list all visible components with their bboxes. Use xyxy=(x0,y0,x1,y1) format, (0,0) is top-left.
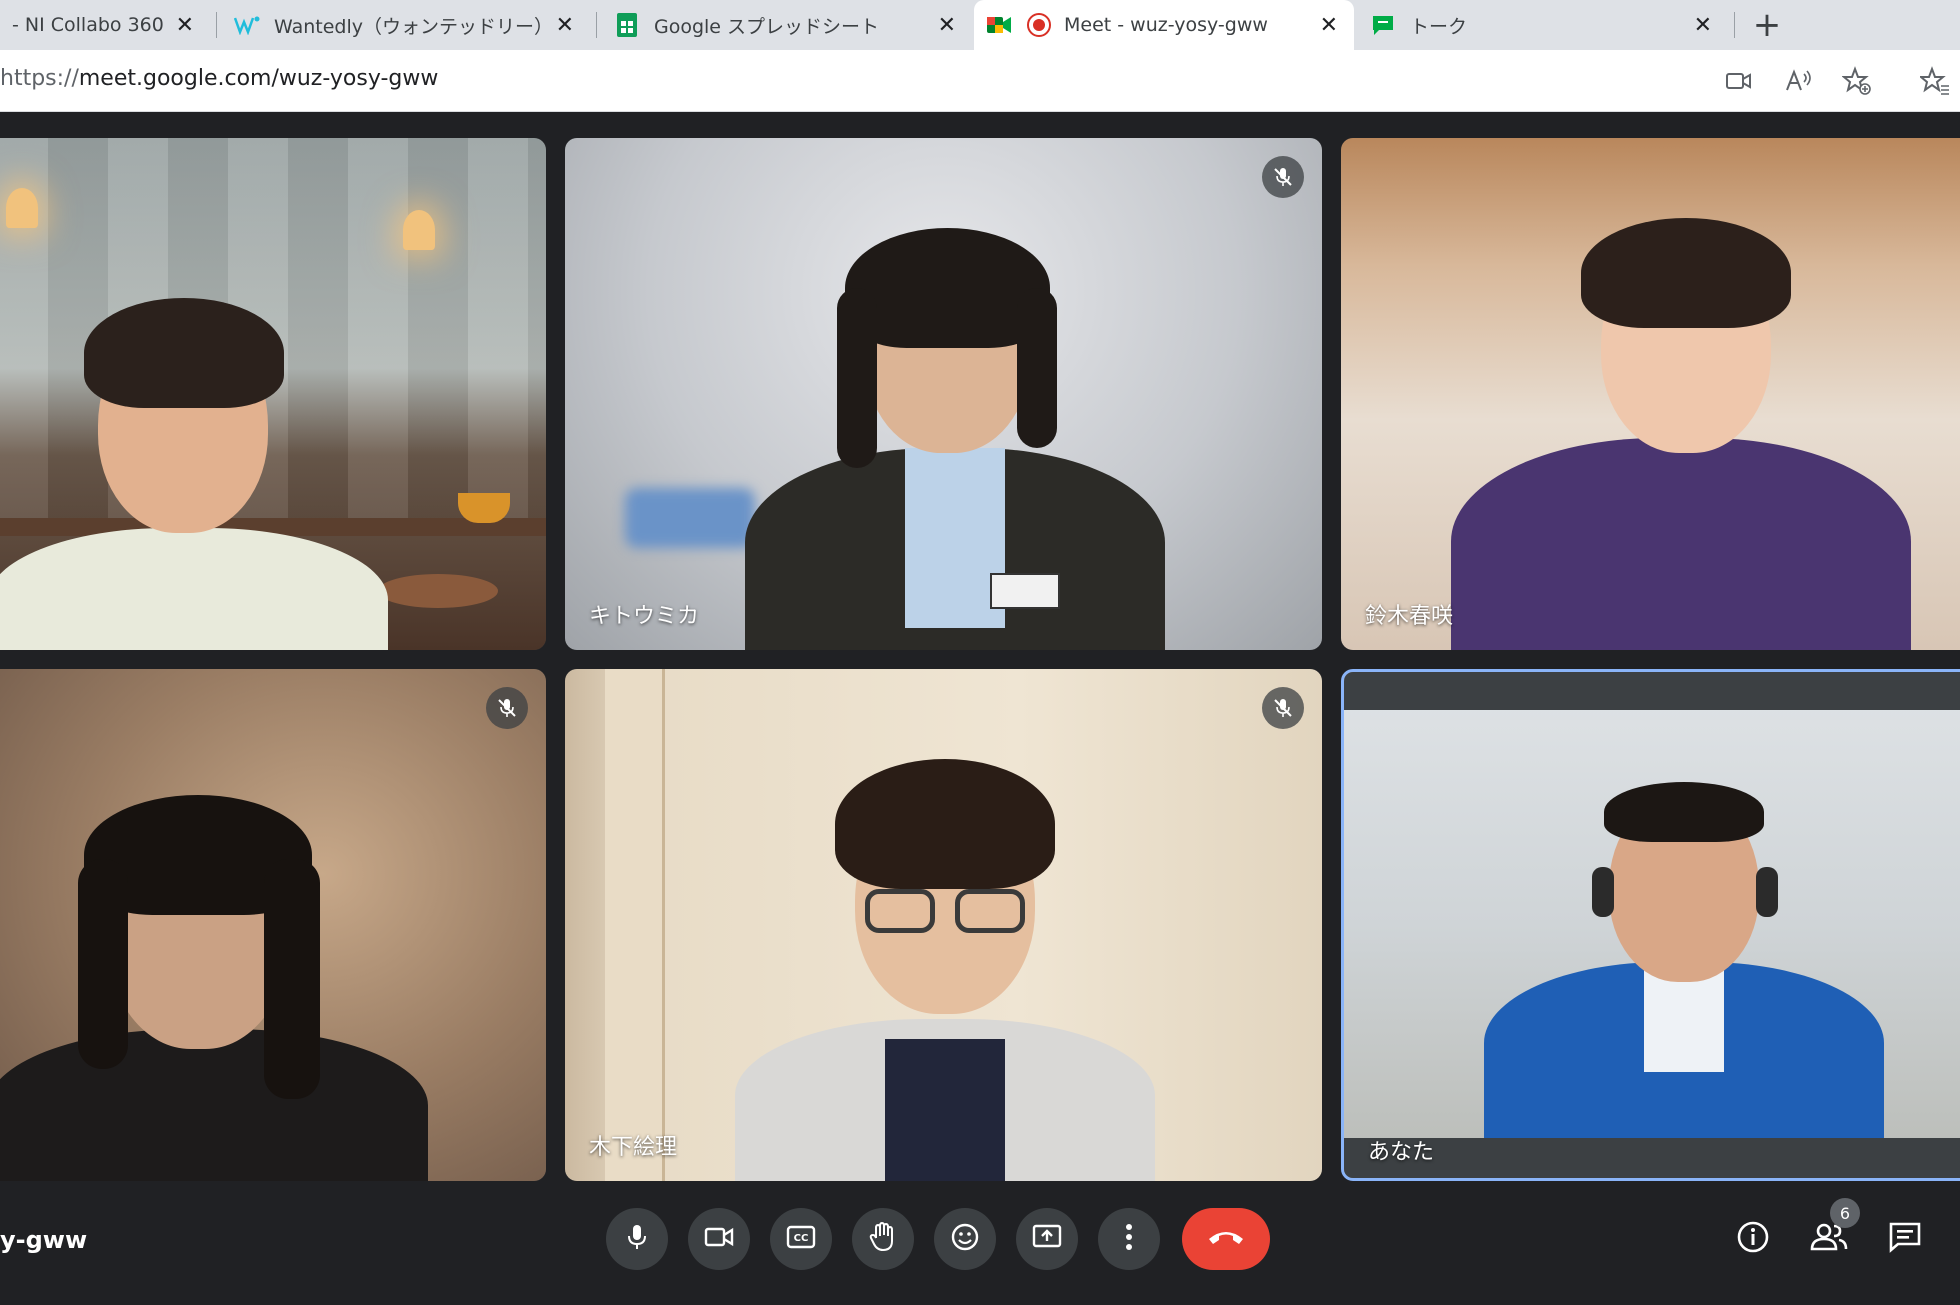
more-options-button[interactable] xyxy=(1098,1208,1160,1270)
emoji-icon xyxy=(950,1222,980,1256)
chat-button[interactable] xyxy=(1880,1214,1930,1264)
tab-google-sheets[interactable]: Google スプレッドシート ✕ xyxy=(602,0,972,50)
camera-button[interactable] xyxy=(688,1208,750,1270)
emoji-button[interactable] xyxy=(934,1208,996,1270)
present-icon xyxy=(1032,1224,1062,1254)
captions-button[interactable]: CC xyxy=(770,1208,832,1270)
url-scheme: https:// xyxy=(0,66,79,91)
participant-tile[interactable] xyxy=(0,669,546,1181)
mic-off-icon xyxy=(1262,156,1304,198)
new-tab-button[interactable]: + xyxy=(1745,0,1789,50)
participant-video xyxy=(1451,218,1911,650)
url-host-path: meet.google.com/wuz-yosy-gww xyxy=(78,66,439,91)
meeting-details-button[interactable] xyxy=(1728,1214,1778,1264)
google-chat-icon xyxy=(1370,12,1396,38)
participant-name: キトウミカ xyxy=(589,604,700,629)
meeting-code: y-gww xyxy=(0,1226,88,1254)
close-icon[interactable]: ✕ xyxy=(1320,13,1338,38)
participant-name: 木下絵理 xyxy=(589,1135,678,1160)
tab-title: Meet - wuz-yosy-gww xyxy=(1064,14,1268,36)
tab-title: トーク xyxy=(1410,15,1468,38)
present-button[interactable] xyxy=(1016,1208,1078,1270)
address-bar[interactable]: https://meet.google.com/wuz-yosy-gww xyxy=(0,50,1960,112)
tab-meet[interactable]: Meet - wuz-yosy-gww ✕ xyxy=(974,0,1354,50)
sheets-icon xyxy=(614,12,640,38)
close-icon[interactable]: ✕ xyxy=(176,13,194,38)
participant-video xyxy=(1484,772,1884,1142)
door-frame xyxy=(605,669,665,1181)
microphone-icon xyxy=(624,1223,650,1255)
participant-video xyxy=(0,759,428,1181)
meet-stage: キトウミカ 鈴木春咲 木下絵理 あなた xyxy=(0,112,1960,1305)
microphone-button[interactable] xyxy=(606,1208,668,1270)
chat-icon xyxy=(1888,1221,1922,1257)
camera-icon[interactable] xyxy=(1722,64,1756,98)
raise-hand-button[interactable] xyxy=(852,1208,914,1270)
participant-tile[interactable]: キトウミカ xyxy=(565,138,1322,650)
read-aloud-icon[interactable] xyxy=(1782,64,1816,98)
lamp xyxy=(6,188,38,228)
self-view-tile[interactable]: あなた xyxy=(1341,669,1960,1181)
info-icon xyxy=(1736,1220,1770,1258)
tab-separator xyxy=(596,12,597,38)
close-icon[interactable]: ✕ xyxy=(556,13,574,38)
favorites-icon[interactable] xyxy=(1918,64,1952,98)
participant-video xyxy=(735,749,1155,1181)
captions-icon: CC xyxy=(786,1225,816,1253)
mic-off-icon xyxy=(1262,687,1304,729)
end-call-icon xyxy=(1206,1227,1246,1251)
self-tile-top-bar xyxy=(1344,672,1960,710)
recording-icon xyxy=(1026,12,1052,38)
tab-chat[interactable]: トーク ✕ xyxy=(1358,0,1728,50)
participant-video xyxy=(0,278,388,650)
tab-strip: - NI Collabo 360 ✕ Wantedly（ウォンテッドリー）はたら… xyxy=(0,0,1960,50)
more-options-icon xyxy=(1125,1223,1133,1255)
url-field[interactable]: https://meet.google.com/wuz-yosy-gww xyxy=(0,66,438,91)
stool xyxy=(378,574,498,608)
tab-separator xyxy=(216,12,217,38)
blurred-object xyxy=(625,488,755,548)
lamp xyxy=(403,210,435,250)
tab-title: Google スプレッドシート xyxy=(654,15,880,38)
tab-ni-collabo[interactable]: - NI Collabo 360 ✕ xyxy=(0,0,210,50)
participant-tile[interactable]: 鈴木春咲 xyxy=(1341,138,1960,650)
raise-hand-icon xyxy=(869,1221,897,1256)
participant-video xyxy=(745,198,1165,650)
close-icon[interactable]: ✕ xyxy=(938,13,956,38)
self-tile-bottom-bar xyxy=(1344,1138,1960,1178)
favorite-add-icon[interactable] xyxy=(1840,64,1874,98)
meet-icon xyxy=(986,12,1012,38)
coffee-cup xyxy=(458,493,510,523)
participant-tile[interactable]: 木下絵理 xyxy=(565,669,1322,1181)
tab-separator xyxy=(1734,12,1735,38)
participant-name: 鈴木春咲 xyxy=(1365,604,1454,629)
svg-text:CC: CC xyxy=(794,1233,809,1244)
close-icon[interactable]: ✕ xyxy=(1694,13,1712,38)
wantedly-icon xyxy=(234,12,260,38)
participant-name: あなた xyxy=(1368,1140,1435,1165)
end-call-button[interactable] xyxy=(1182,1208,1270,1270)
mic-off-icon xyxy=(486,687,528,729)
people-count-badge: 6 xyxy=(1830,1198,1860,1228)
participant-tile[interactable] xyxy=(0,138,546,650)
camera-icon xyxy=(704,1225,734,1253)
tab-title: Wantedly（ウォンテッドリー）はたら xyxy=(274,15,546,38)
tab-title: - NI Collabo 360 xyxy=(12,14,164,36)
tab-wantedly[interactable]: Wantedly（ウォンテッドリー）はたら ✕ xyxy=(222,0,590,50)
